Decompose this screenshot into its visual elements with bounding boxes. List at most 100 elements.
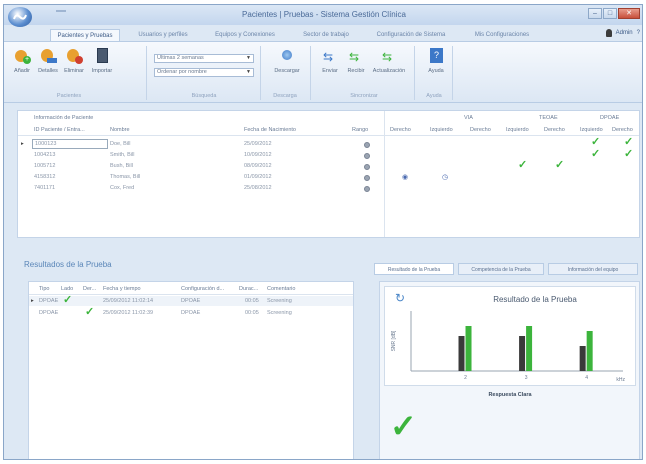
tab-sector-trabajo[interactable]: Sector de trabajo <box>294 29 358 41</box>
results-row-0-duration: 00:05 <box>245 298 259 304</box>
sort-order-value: Ordenar por nombre <box>157 69 207 75</box>
column-header-dob[interactable]: Fecha de Nacimiento <box>244 127 334 133</box>
column-header-via-right[interactable]: Derecho <box>390 127 426 133</box>
column-header-dpoae-left[interactable]: Izquierdo <box>580 127 610 133</box>
row-2-dob[interactable]: 08/09/2012 <box>244 163 334 169</box>
ribbon: + Añadir Detalles Eliminar Importar Últi… <box>4 41 642 103</box>
results-header-datetime[interactable]: Fecha y tiempo <box>103 286 157 292</box>
user-name[interactable]: Admin <box>616 30 633 36</box>
tab-usuarios-perfiles[interactable]: Usuarios y perfiles <box>128 29 198 41</box>
app-menu-button[interactable] <box>8 7 32 27</box>
row-3-name[interactable]: Thomas, Bill <box>110 174 230 180</box>
row-0-id[interactable]: 1000123 <box>32 139 108 149</box>
add-label: Añadir <box>14 68 30 74</box>
results-header-side[interactable]: Lado <box>61 286 79 292</box>
user-icon <box>605 29 612 37</box>
row-4-id[interactable]: 7401171 <box>34 185 108 191</box>
row-0-extra-check-icon: ✓ <box>624 136 634 148</box>
maximize-button[interactable]: □ <box>603 8 617 19</box>
sort-order-select[interactable]: Ordenar por nombre ▼ <box>154 68 254 77</box>
row-3-dob[interactable]: 01/09/2012 <box>244 174 334 180</box>
sequence-label: Respuesta Clara <box>488 392 532 398</box>
row-3-id[interactable]: 4158312 <box>34 174 108 180</box>
results-row-0-type: DPOAE <box>39 298 59 304</box>
window-controls: – □ ✕ <box>588 8 640 19</box>
results-header-comment[interactable]: Comentario <box>267 286 317 292</box>
row-2-id[interactable]: 1005712 <box>34 163 108 169</box>
column-header-name[interactable]: Nombre <box>110 127 230 133</box>
results-row-1-duration[interactable]: 00:05 <box>245 310 265 316</box>
download-icon <box>278 48 296 64</box>
results-header-duration[interactable]: Durac... <box>239 286 263 292</box>
results-row-1-config[interactable]: DPOAE <box>181 310 221 316</box>
results-row-1-date[interactable]: 25/09/2012 11:02:39 <box>103 310 179 316</box>
row-4-range-gear-icon[interactable] <box>364 186 370 192</box>
download-label: Descargar <box>274 68 300 74</box>
delete-icon <box>65 48 83 64</box>
results-row-1-type[interactable]: DPOAE <box>39 310 61 316</box>
tab-pacientes-pruebas[interactable]: Pacientes y Pruebas <box>50 29 120 41</box>
details-icon <box>39 48 57 64</box>
row-3-via-right-eye-icon: ◉ <box>402 174 409 181</box>
column-header-range[interactable]: Rango <box>352 127 382 133</box>
title-bar: Pacientes | Pruebas - Sistema Gestión Cl… <box>4 5 642 27</box>
main-window: Pacientes | Pruebas - Sistema Gestión Cl… <box>3 4 643 460</box>
row-1-name[interactable]: Smith, Bill <box>110 152 230 158</box>
tab-configuracion-sistema[interactable]: Configuración de Sistema <box>370 29 452 41</box>
column-header-dpoae-right[interactable]: Derecho <box>544 127 578 133</box>
row-1-range-gear-icon[interactable] <box>364 153 370 159</box>
import-icon <box>93 48 111 64</box>
help-icon[interactable]: ? <box>637 30 640 36</box>
results-header-config[interactable]: Configuración d... <box>181 286 235 292</box>
import-button[interactable]: Importar <box>88 48 116 84</box>
minimize-button[interactable]: – <box>588 8 602 19</box>
row-1-dob[interactable]: 10/09/2012 <box>244 152 334 158</box>
update-button[interactable]: ⇆ Actualización <box>372 48 406 84</box>
row-4-name[interactable]: Cox, Fred <box>110 185 230 191</box>
row-0-dob[interactable]: 25/09/2012 <box>244 141 334 147</box>
column-header-teoae-left[interactable]: Izquierdo <box>506 127 540 133</box>
ribbon-separator <box>414 46 415 100</box>
close-button[interactable]: ✕ <box>618 8 640 19</box>
results-table: Tipo Lado Der... Fecha y tiempo Configur… <box>28 281 354 459</box>
quick-access-toolbar[interactable] <box>56 10 66 18</box>
receive-label: Recibir <box>347 68 365 74</box>
receive-button[interactable]: ⇆ Recibir <box>342 48 370 84</box>
tab-mis-configuraciones[interactable]: Mis Configuraciones <box>466 29 538 41</box>
column-header-via-left[interactable]: Izquierdo <box>430 127 466 133</box>
results-header-right[interactable]: Der... <box>83 286 101 292</box>
result-chart-panel: ↻ Resultado de la Prueba SNR [dB] kHz 2 3 4 … <box>379 281 640 459</box>
download-button[interactable]: Descargar <box>270 48 304 84</box>
row-0-range-gear-icon[interactable] <box>364 142 370 148</box>
chart-tick-label-3: 3 <box>525 375 528 381</box>
details-button[interactable]: Detalles <box>34 48 62 84</box>
column-header-id[interactable]: ID Paciente / Entra... <box>34 127 108 133</box>
chart-y-label: SNR [dB] <box>391 330 397 351</box>
row-0-name[interactable]: Doe, Bill <box>110 141 230 147</box>
delete-button[interactable]: Eliminar <box>60 48 88 84</box>
results-header-type[interactable]: Tipo <box>39 286 57 292</box>
tab-test-competence[interactable]: Competencia de la Prueba <box>458 263 544 275</box>
date-filter-select[interactable]: Últimas 2 semanas ▼ <box>154 54 254 63</box>
chart-tick-label-2: 2 <box>464 375 467 381</box>
row-2-name[interactable]: Bush, Bill <box>110 163 230 169</box>
row-3-range-gear-icon[interactable] <box>364 175 370 181</box>
row-1-id[interactable]: 1004213 <box>34 152 108 158</box>
row-4-dob[interactable]: 25/08/2012 <box>244 185 334 191</box>
group-label-patients: Pacientes <box>56 93 82 99</box>
send-button[interactable]: ⇆ Enviar <box>316 48 344 84</box>
results-row-1-comment[interactable]: Screening <box>267 310 317 316</box>
chart-area: ↻ Resultado de la Prueba SNR [dB] kHz 2 3 4 <box>384 286 636 386</box>
tab-equipos-conexiones[interactable]: Equipos y Conexiones <box>208 29 282 41</box>
results-row-0-date: 25/09/2012 11:02:14 <box>103 298 154 304</box>
row-2-range-gear-icon[interactable] <box>364 164 370 170</box>
help-button[interactable]: ? Ayuda <box>422 48 450 84</box>
column-header-teoae-right[interactable]: Derecho <box>470 127 504 133</box>
tab-test-result[interactable]: Resultado de la Prueba <box>374 263 454 275</box>
send-label: Enviar <box>322 68 338 74</box>
results-row-0-comment: Screening <box>267 298 292 304</box>
tab-equipment-info[interactable]: Información del equipo <box>548 263 638 275</box>
column-header-extra[interactable]: Derecho <box>612 127 640 133</box>
chart-bar-4-series-1 <box>586 331 593 371</box>
add-button[interactable]: + Añadir <box>8 48 36 84</box>
